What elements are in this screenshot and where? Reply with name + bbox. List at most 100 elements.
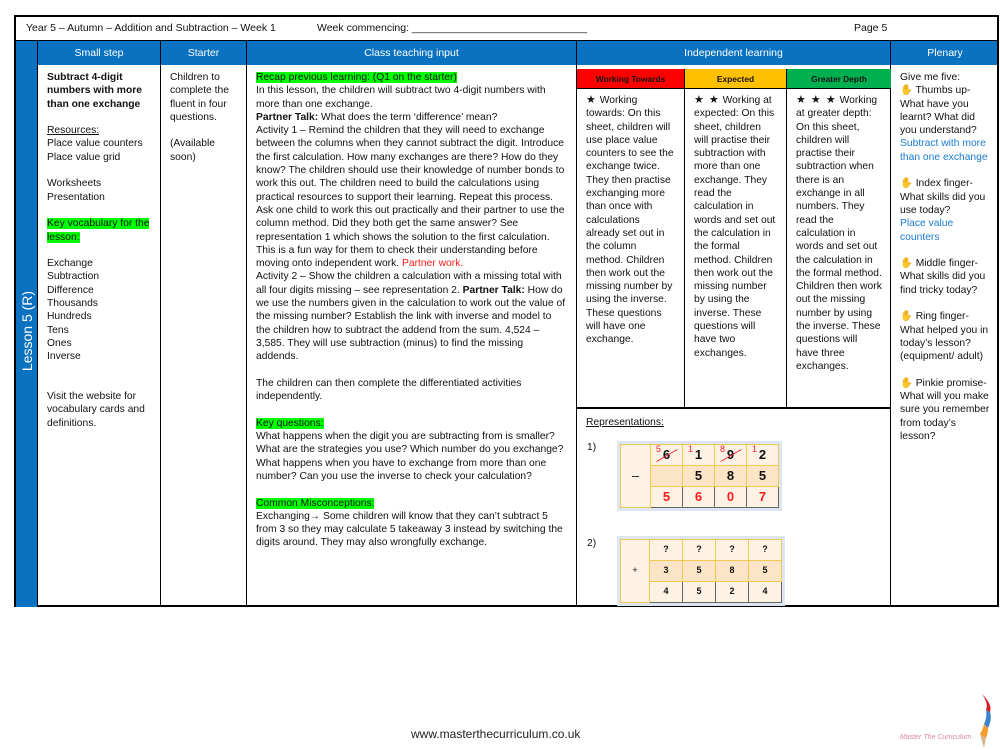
vocab-item: Subtraction [47,271,100,283]
digit-cell: ? [682,539,716,561]
star-icon: ★ [586,94,597,106]
lesson-band: Lesson 5 (R) [16,65,38,607]
rep1-label: 1) [587,442,597,453]
digit-cell: 8 [714,465,747,487]
representation-1-grid: – 56 11 89 12 5 8 5 5 6 [617,441,782,511]
star-icon: ★ ★ ★ [796,94,837,106]
lesson-label: Lesson 5 (R) [19,290,35,372]
header-independent: Independent learning [577,41,891,65]
answer-cell: 7 [746,486,779,508]
partner-talk-question: What does the term ‘difference’ mean? [318,111,498,123]
answer-cell: 4 [649,581,683,603]
starter-text: Children to complete the fluent in four … [170,72,229,123]
expected-description: ★ ★ Working at expected: On this sheet, … [685,89,787,407]
vocab-heading: Key vocabulary for the lesson: [47,218,150,243]
answer-cell: 4 [748,581,782,603]
material-item: Presentation [47,191,105,203]
footer-url[interactable]: www.masterthecurriculum.co.uk [411,727,580,741]
digit-cell: 12 [746,444,779,466]
title-row: Year 5 – Autumn – Addition and Subtracti… [16,17,997,41]
hand-icon: ✋ [900,377,913,389]
level-text: Working towards: On this sheet, children… [586,95,674,346]
misconceptions: Exchanging→ Some children will know that… [256,510,563,549]
operator-plus: + [620,539,650,603]
digit-cell: ? [649,539,683,561]
teaching-column: Recap previous learning: (Q1 on the star… [247,65,577,607]
digit-cell: 11 [682,444,715,466]
answer-cell: 2 [715,581,749,603]
document-title: Year 5 – Autumn – Addition and Subtracti… [26,22,276,34]
vocab-item: Inverse [47,351,81,363]
exchange-mark: 5 [656,444,662,454]
digit-cell: ? [748,539,782,561]
level-text: Working at greater depth: On this sheet,… [796,95,882,372]
level-greater-depth: Greater Depth [787,69,891,89]
digit: 1 [694,447,703,463]
digit-cell: ? [715,539,749,561]
key-questions: What happens when the digit you are subt… [256,431,564,482]
teaching-intro: In this lesson, the children will subtra… [256,85,546,110]
working-towards-description: ★ Working towards: On this sheet, childr… [577,89,685,407]
exchange-mark: 1 [688,444,694,454]
plenary-answer: Place value counters [900,218,954,243]
activity-1: Activity 1 – Remind the children that th… [256,125,565,270]
starter-column: Children to complete the fluent in four … [161,65,247,607]
vocab-item: Exchange [47,258,93,270]
answer-cell: 0 [714,486,747,508]
hand-icon: ✋ [900,311,913,323]
partner-talk-label: Partner Talk: [256,111,319,123]
digit-cell: 3 [649,560,683,582]
plenary-question: Middle finger- What skills did you find … [900,258,986,296]
resource-item: Place value counters [47,138,143,150]
digit-cell: 5 [748,560,782,582]
header-small-step: Small step [38,41,161,65]
plenary-question: Ring finger- What helped you in today’s … [900,311,989,363]
header-spacer [16,41,38,65]
column-header-row: Small step Starter Class teaching input … [16,41,997,65]
misconceptions-heading: Common Misconceptions: [256,497,375,509]
digit-cell: 8 [715,560,749,582]
level-working-towards: Working Towards [577,69,685,89]
resource-item: Place value grid [47,151,121,163]
operator-minus: – [620,444,651,508]
vocab-item: Difference [47,284,94,296]
answer-cell: 5 [682,581,716,603]
header-teaching: Class teaching input [247,41,577,65]
level-expected: Expected [685,69,787,89]
header-starter: Starter [161,41,247,65]
material-item: Worksheets [47,178,102,190]
key-questions-heading: Key questions: [256,417,324,429]
partner-work-note: Partner work. [401,258,464,270]
digit-cell: 5 [746,465,779,487]
representations-panel: Representations: 1) – 56 11 89 12 5 8 [577,407,891,607]
digit-cell: 5 [682,465,715,487]
small-step-title: Subtract 4-digit numbers with more than … [47,72,142,110]
greater-depth-description: ★ ★ ★ Working at greater depth: On this … [787,89,891,407]
plenary-answer: Subtract with more than one exchange [900,138,988,163]
independent-note: The children can then complete the diffe… [256,377,522,403]
exchange-mark: 8 [720,444,726,454]
vocab-item: Tens [47,324,69,336]
starter-note: (Available soon) [170,138,216,163]
plenary-question: Index finger- What skills did you use to… [900,178,986,216]
partner-talk-label: Partner Talk: [462,284,525,296]
week-commencing-field[interactable]: Week commencing: _______________________… [317,22,587,34]
digit-cell: 56 [650,444,683,466]
answer-cell: 6 [682,486,715,508]
vocab-item: Ones [47,337,72,349]
activity-2-detail: How do we use the numbers given in the c… [256,284,566,363]
digit-cell: 5 [682,560,716,582]
representation-2-grid: + ? ? ? ? 3 5 8 5 4 5 2 4 [617,536,785,606]
plenary-column: Give me five: ✋ Thumbs up- What have you… [891,65,999,607]
page-number: Page 5 [854,22,888,34]
digit-cell [650,465,683,487]
digit: 2 [758,447,767,463]
vocab-item: Thousands [47,298,98,310]
recap-heading: Recap previous learning: (Q1 on the star… [256,72,457,83]
plenary-question: Pinkie promise- What will you make sure … [900,377,990,443]
pencil-logo-icon [980,694,991,748]
star-icon: ★ ★ [694,94,720,106]
rep2-label: 2) [587,538,597,549]
website-note: Visit the website for vocabulary cards a… [47,391,145,429]
hand-icon: ✋ [900,178,913,190]
